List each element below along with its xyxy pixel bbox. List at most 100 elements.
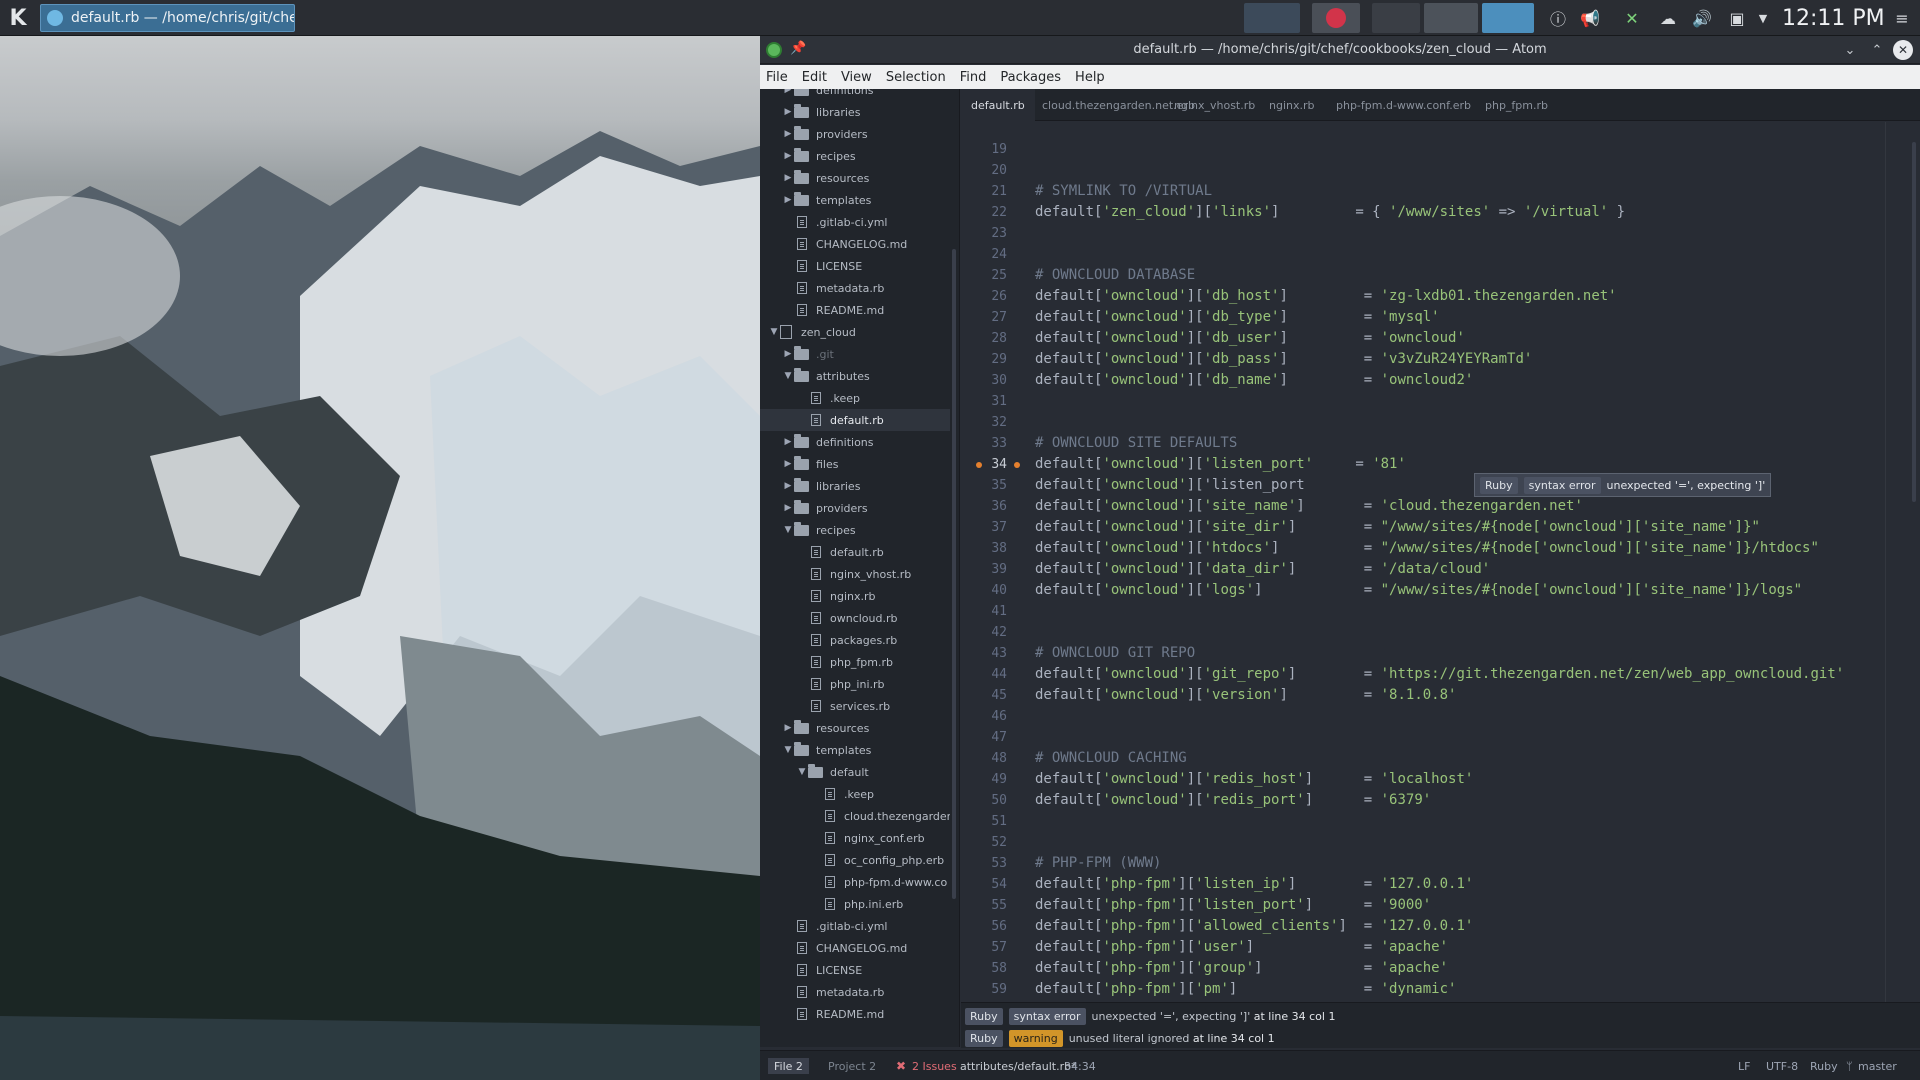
code-line[interactable]: default['owncloud']['listen_port (1035, 475, 1305, 496)
encoding[interactable]: UTF-8 (1766, 1058, 1798, 1074)
line-number[interactable]: 33 (961, 433, 1007, 454)
line-number[interactable]: 51 (961, 811, 1007, 832)
tree-file[interactable]: README.md (760, 1003, 950, 1025)
line-number[interactable]: 43 (961, 643, 1007, 664)
linter-message-location[interactable]: at line 34 col 1 (1254, 1010, 1336, 1023)
tree-folder[interactable]: ▶ definitions (760, 89, 950, 101)
line-number[interactable]: 30 (961, 370, 1007, 391)
tree-folder[interactable]: ▶ libraries (760, 475, 950, 497)
code-line[interactable]: # SYMLINK TO /VIRTUAL (1035, 181, 1212, 202)
line-number[interactable]: 41 (961, 601, 1007, 622)
linter-file-tab[interactable]: File 2 (768, 1058, 809, 1074)
chevron-right-icon[interactable]: ▶ (782, 437, 794, 447)
tab-php-fpm-conf[interactable]: php-fpm.d-www.conf.erb (1326, 89, 1481, 121)
notification-icon[interactable]: ⓘ (1546, 6, 1570, 30)
pager-desktop-4[interactable] (1424, 3, 1478, 33)
tab-nginx-vhost[interactable]: nginx_vhost.rb (1164, 89, 1265, 121)
tree-folder[interactable]: ▶ providers (760, 497, 950, 519)
line-number[interactable]: 21 (961, 181, 1007, 202)
cursor-position[interactable]: 34:34 (1064, 1058, 1096, 1074)
tree-folder[interactable]: ▼ attributes (760, 365, 950, 387)
code-line[interactable]: default['php-fpm']['allowed_clients'] = … (1035, 916, 1473, 937)
line-number[interactable]: 35 (961, 475, 1007, 496)
chevron-right-icon[interactable]: ▶ (782, 503, 794, 513)
code-line[interactable]: default['owncloud']['logs'] = "/www/site… (1035, 580, 1802, 601)
tree-file[interactable]: nginx.rb (760, 585, 950, 607)
chevron-down-icon[interactable]: ▼ (782, 371, 794, 381)
code-line[interactable]: default['php-fpm']['group'] = 'apache' (1035, 958, 1448, 979)
tree-folder[interactable]: ▶ resources (760, 167, 950, 189)
line-number[interactable]: 27 (961, 307, 1007, 328)
chevron-right-icon[interactable]: ▶ (782, 107, 794, 117)
code-line[interactable]: default['owncloud']['db_user'] = 'ownclo… (1035, 328, 1465, 349)
line-number[interactable]: 53 (961, 853, 1007, 874)
chevron-right-icon[interactable]: ▶ (782, 151, 794, 161)
tree-scrollbar[interactable] (952, 249, 956, 899)
file-path[interactable]: attributes/default.rb* (960, 1058, 1077, 1074)
window-titlebar[interactable]: 📌 default.rb — /home/chris/git/chef/cook… (760, 36, 1920, 64)
line-number[interactable]: 25 (961, 265, 1007, 286)
tree-folder[interactable]: ▶ recipes (760, 145, 950, 167)
line-number[interactable]: 22 (961, 202, 1007, 223)
code-line[interactable]: # OWNCLOUD DATABASE (1035, 265, 1195, 286)
code-line[interactable]: default['owncloud']['site_dir'] = "/www/… (1035, 517, 1760, 538)
chevron-right-icon[interactable]: ▶ (782, 195, 794, 205)
tree-folder[interactable]: ▶ libraries (760, 101, 950, 123)
panel-menu-icon[interactable]: ≡ (1892, 6, 1912, 30)
line-number[interactable]: 59 (961, 979, 1007, 1000)
tree-file[interactable]: php_fpm.rb (760, 651, 950, 673)
tree-file[interactable]: nginx_vhost.rb (760, 563, 950, 585)
chevron-right-icon[interactable]: ▶ (782, 129, 794, 139)
code-line[interactable]: default['owncloud']['htdocs'] = "/www/si… (1035, 538, 1819, 559)
tree-file[interactable]: default.rb (760, 409, 950, 431)
menu-edit[interactable]: Edit (802, 70, 827, 85)
issues-count[interactable]: 2 Issues (912, 1058, 957, 1074)
linter-message-warning[interactable]: Ruby warning unused literal ignored at l… (965, 1027, 1275, 1049)
minimize-icon[interactable]: ⌄ (1840, 40, 1860, 60)
tree-folder[interactable]: ▶ .git (760, 343, 950, 365)
line-number[interactable]: 58 (961, 958, 1007, 979)
tree-file[interactable]: LICENSE (760, 959, 950, 981)
line-number[interactable]: 48 (961, 748, 1007, 769)
code-line[interactable]: default['owncloud']['listen_port' = '81' (1035, 454, 1406, 475)
line-number[interactable]: 20 (961, 160, 1007, 181)
tree-folder[interactable]: ▼ default (760, 761, 950, 783)
gutter-error-icon[interactable] (976, 462, 982, 468)
code-line[interactable]: default['owncloud']['db_name'] = 'ownclo… (1035, 370, 1473, 391)
line-number[interactable]: 55 (961, 895, 1007, 916)
tree-file[interactable]: php.ini.erb (760, 893, 950, 915)
line-number[interactable]: 32 (961, 412, 1007, 433)
code-line[interactable]: default['php-fpm']['listen_port'] = '900… (1035, 895, 1431, 916)
line-number[interactable]: 34 (961, 454, 1007, 475)
tools-icon[interactable]: ✕ (1618, 6, 1646, 30)
line-number[interactable]: 36 (961, 496, 1007, 517)
linter-message-location[interactable]: at line 34 col 1 (1193, 1032, 1275, 1045)
code-line[interactable]: default['zen_cloud']['links'] = { '/www/… (1035, 202, 1625, 223)
tree-folder[interactable]: ▶ resources (760, 717, 950, 739)
tree-file[interactable]: .keep (760, 783, 950, 805)
code-line[interactable]: default['owncloud']['redis_port'] = '637… (1035, 790, 1431, 811)
line-number[interactable]: 54 (961, 874, 1007, 895)
line-number[interactable]: 38 (961, 538, 1007, 559)
code-line[interactable]: default['owncloud']['git_repo'] = 'https… (1035, 664, 1844, 685)
line-number[interactable]: 37 (961, 517, 1007, 538)
network-icon[interactable]: ▣ (1724, 6, 1750, 30)
tree-file[interactable]: README.md (760, 299, 950, 321)
tree-file[interactable]: owncloud.rb (760, 607, 950, 629)
chevron-down-icon[interactable]: ▼ (796, 767, 808, 777)
tree-file[interactable]: oc_config_php.erb (760, 849, 950, 871)
tree-file[interactable]: .gitlab-ci.yml (760, 915, 950, 937)
code-line[interactable]: default['owncloud']['db_pass'] = 'v3vZuR… (1035, 349, 1532, 370)
menu-find[interactable]: Find (960, 70, 987, 85)
chevron-right-icon[interactable]: ▶ (782, 723, 794, 733)
maximize-icon[interactable]: ⌃ (1867, 40, 1887, 60)
tree-folder[interactable]: ▼ templates (760, 739, 950, 761)
tree-folder[interactable]: ▼ recipes (760, 519, 950, 541)
tree-file[interactable]: default.rb (760, 541, 950, 563)
menu-help[interactable]: Help (1075, 70, 1105, 85)
tree-folder[interactable]: ▶ files (760, 453, 950, 475)
menu-file[interactable]: File (766, 70, 788, 85)
line-number[interactable]: 50 (961, 790, 1007, 811)
menu-view[interactable]: View (841, 70, 872, 85)
tree-file[interactable]: php_ini.rb (760, 673, 950, 695)
